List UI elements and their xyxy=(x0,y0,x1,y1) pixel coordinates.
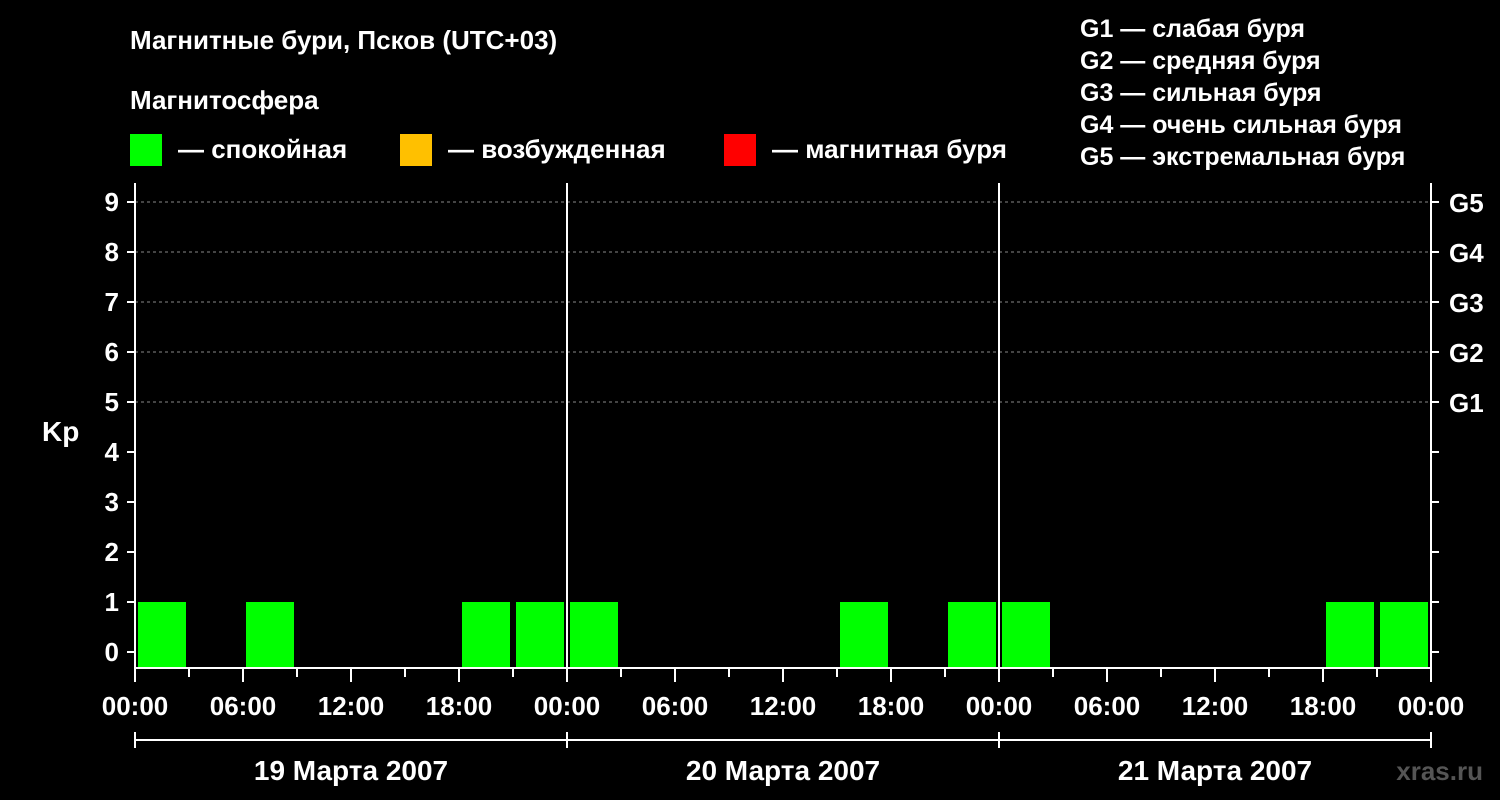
x-tick-label-9: 06:00 xyxy=(1074,691,1141,721)
y-tick-label-9: 9 xyxy=(105,187,119,217)
plot-area: 0 1 2 3 4 5 6 7 8 9 G1 G2 G3 G4 G5 00:00 06:00 12:00 18:00… xyxy=(102,183,1484,786)
kp-bar-day1-slot1 xyxy=(138,602,186,668)
x-tick-label-1: 06:00 xyxy=(210,691,277,721)
kp-chart: Магнитные бури, Псков (UTC+03) Магнитосф… xyxy=(42,15,1484,786)
kp-bar-day3-slot7 xyxy=(1326,602,1374,668)
kp-bar-day3-slot1 xyxy=(1002,602,1050,668)
y-axis-title: Kp xyxy=(42,416,79,447)
x-tick-label-8: 00:00 xyxy=(966,691,1033,721)
storm-scale-g4: G4 — очень сильная буря xyxy=(1080,111,1402,139)
right-label-g2: G2 xyxy=(1449,338,1484,368)
y-tick-label-2: 2 xyxy=(105,537,119,567)
y-tick-label-4: 4 xyxy=(105,437,120,467)
legend-heading: Магнитосфера xyxy=(130,85,319,115)
right-label-g1: G1 xyxy=(1449,388,1484,418)
watermark: xras.ru xyxy=(1396,756,1483,786)
y-tick-label-1: 1 xyxy=(105,587,119,617)
right-label-g5: G5 xyxy=(1449,188,1484,218)
day-label-2: 20 Марта 2007 xyxy=(686,755,880,786)
legend-swatch-quiet xyxy=(130,134,162,166)
day-label-3: 21 Марта 2007 xyxy=(1118,755,1312,786)
right-label-g3: G3 xyxy=(1449,288,1484,318)
legend-label-quiet: — спокойная xyxy=(178,134,347,164)
legend-swatch-active xyxy=(400,134,432,166)
kp-bar-day2-slot1 xyxy=(570,602,618,668)
x-tick-label-4: 00:00 xyxy=(534,691,601,721)
kp-bar-day3-slot8 xyxy=(1380,602,1428,668)
x-tick-label-5: 06:00 xyxy=(642,691,709,721)
x-tick-label-2: 12:00 xyxy=(318,691,385,721)
kp-bar-day1-slot7 xyxy=(462,602,510,668)
x-tick-label-0: 00:00 xyxy=(102,691,169,721)
storm-scale-g3: G3 — сильная буря xyxy=(1080,79,1322,107)
y-tick-label-3: 3 xyxy=(105,487,119,517)
x-tick-label-7: 18:00 xyxy=(858,691,925,721)
x-tick-label-12: 00:00 xyxy=(1398,691,1465,721)
kp-bar-day2-slot6 xyxy=(840,602,888,668)
kp-bar-day1-slot8 xyxy=(516,602,564,668)
legend-label-storm: — магнитная буря xyxy=(772,134,1007,164)
y-tick-label-5: 5 xyxy=(105,387,119,417)
legend-swatch-storm xyxy=(724,134,756,166)
legend-label-active: — возбужденная xyxy=(448,134,666,164)
y-tick-label-6: 6 xyxy=(105,337,119,367)
storm-scale-g2: G2 — средняя буря xyxy=(1080,47,1321,75)
x-tick-label-10: 12:00 xyxy=(1182,691,1249,721)
y-tick-label-7: 7 xyxy=(105,287,119,317)
y-tick-label-8: 8 xyxy=(105,237,119,267)
storm-scale-g1: G1 — слабая буря xyxy=(1080,15,1305,43)
x-tick-label-3: 18:00 xyxy=(426,691,493,721)
storm-scale-g5: G5 — экстремальная буря xyxy=(1080,143,1405,171)
day-label-1: 19 Марта 2007 xyxy=(254,755,448,786)
y-tick-label-0: 0 xyxy=(105,637,119,667)
chart-title: Магнитные бури, Псков (UTC+03) xyxy=(130,25,557,55)
kp-bar-day1-slot3 xyxy=(246,602,294,668)
x-tick-label-6: 12:00 xyxy=(750,691,817,721)
right-label-g4: G4 xyxy=(1449,238,1484,268)
x-tick-label-11: 18:00 xyxy=(1290,691,1357,721)
kp-bar-day2-slot8 xyxy=(948,602,996,668)
